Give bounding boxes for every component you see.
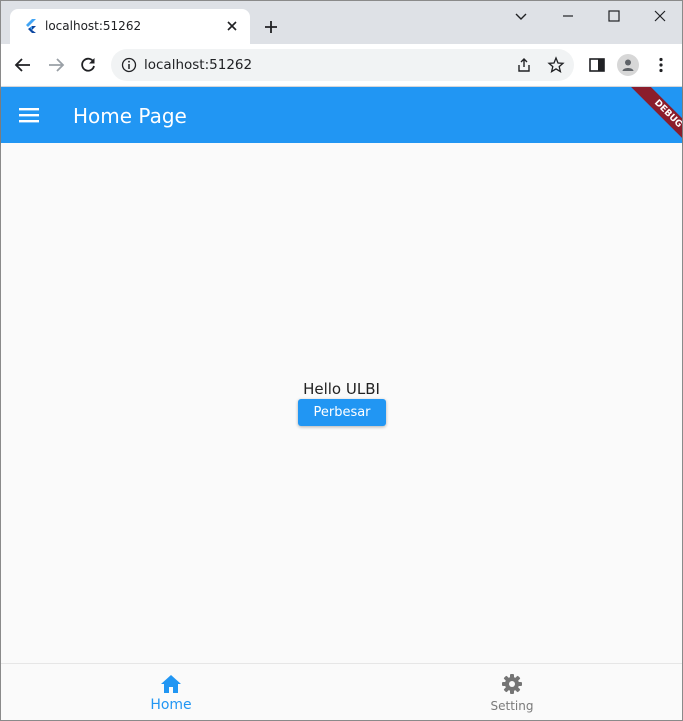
browser-menu-icon[interactable]	[652, 56, 670, 74]
reload-icon[interactable]	[79, 56, 97, 74]
site-info-icon[interactable]	[121, 57, 137, 73]
tab-search-chevron-icon[interactable]	[514, 9, 528, 23]
home-icon	[161, 675, 181, 693]
nav-item-home[interactable]: Home	[1, 664, 341, 721]
nav-label-setting: Setting	[490, 699, 534, 713]
share-icon[interactable]	[515, 56, 533, 74]
new-tab-icon[interactable]	[263, 19, 279, 35]
profile-avatar[interactable]	[617, 54, 639, 76]
address-bar-url: localhost:51262	[144, 57, 253, 73]
bottom-navigation-bar: Home Setting	[1, 663, 682, 720]
tab-title: localhost:51262	[45, 19, 142, 33]
browser-toolbar: localhost:51262	[1, 44, 682, 87]
side-panel-icon[interactable]	[588, 56, 606, 74]
back-arrow-icon[interactable]	[14, 56, 32, 74]
profile-icon	[622, 59, 634, 71]
forward-arrow-icon[interactable]	[47, 56, 65, 74]
debug-banner: DEBUG	[624, 87, 682, 143]
maximize-icon[interactable]	[607, 9, 621, 23]
tab-close-icon[interactable]	[225, 19, 239, 33]
bookmark-star-icon[interactable]	[547, 56, 565, 74]
hamburger-menu-icon[interactable]	[18, 105, 40, 125]
window-close-icon[interactable]	[653, 9, 667, 23]
nav-item-setting[interactable]: Setting	[342, 664, 682, 721]
app-body: Hello ULBI Perbesar	[1, 143, 682, 663]
flutter-favicon-icon	[26, 19, 36, 33]
greeting-text: Hello ULBI	[303, 380, 380, 398]
browser-tab[interactable]: localhost:51262	[10, 9, 250, 44]
nav-label-home: Home	[150, 697, 192, 713]
app-bar: Home Page DEBUG	[1, 87, 682, 143]
browser-tab-strip: localhost:51262	[1, 1, 682, 44]
page-title: Home Page	[73, 104, 187, 128]
minimize-icon[interactable]	[561, 9, 575, 23]
address-bar[interactable]: localhost:51262	[111, 49, 574, 81]
gear-icon	[502, 674, 522, 694]
perbesar-button[interactable]: Perbesar	[298, 399, 386, 426]
